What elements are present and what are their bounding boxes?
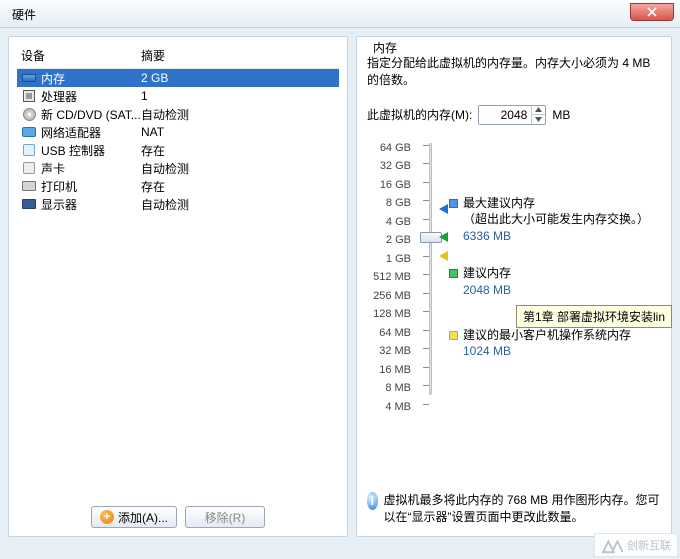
device-row[interactable]: 新 CD/DVD (SAT...自动检测 — [17, 105, 339, 123]
window-title: 硬件 — [12, 6, 36, 23]
remove-button[interactable]: 移除(R) — [185, 506, 265, 528]
slider-tick-label: 256 MB — [367, 287, 417, 306]
memory-input[interactable] — [479, 106, 531, 124]
device-panel: 设备 摘要 内存2 GB处理器1新 CD/DVD (SAT...自动检测网络适配… — [8, 36, 348, 537]
device-name: 网络适配器 — [41, 124, 141, 141]
memory-group-title: 内存 — [369, 39, 401, 56]
slider-tick-label: 32 GB — [367, 157, 417, 176]
spin-up-icon[interactable] — [531, 106, 545, 115]
memory-description: 指定分配给此虚拟机的内存量。内存大小必须为 4 MB 的倍数。 — [367, 55, 661, 89]
device-name: 打印机 — [41, 178, 141, 195]
memory-input-row: 此虚拟机的内存(M): MB — [367, 105, 661, 125]
device-name: 显示器 — [41, 196, 141, 213]
device-name: 声卡 — [41, 160, 141, 177]
device-row[interactable]: 内存2 GB — [17, 69, 339, 87]
device-summary: 自动检测 — [141, 160, 335, 177]
min-rec-value: 1024 MB — [463, 344, 511, 358]
header-device: 设备 — [21, 47, 141, 64]
slider-tick-label: 4 GB — [367, 213, 417, 232]
device-list-header: 设备 摘要 — [17, 45, 339, 68]
device-row[interactable]: 打印机存在 — [17, 177, 339, 195]
device-summary: 自动检测 — [141, 106, 335, 123]
memory-slider-area: 64 GB32 GB16 GB8 GB4 GB2 GB1 GB512 MB256… — [367, 139, 661, 417]
device-name: USB 控制器 — [41, 142, 141, 159]
device-summary: 2 GB — [141, 71, 335, 85]
cd-icon — [21, 106, 37, 122]
max-rec-marker-icon — [449, 199, 458, 208]
device-list[interactable]: 内存2 GB处理器1新 CD/DVD (SAT...自动检测网络适配器NATUS… — [17, 68, 339, 498]
min-rec-marker-icon — [449, 331, 458, 340]
yellow-arrow-icon — [439, 251, 448, 261]
net-icon — [21, 124, 37, 140]
titlebar: 硬件 — [0, 0, 680, 28]
watermark-text: 创新互联 — [627, 537, 671, 553]
device-name: 处理器 — [41, 88, 141, 105]
device-row[interactable]: 网络适配器NAT — [17, 123, 339, 141]
max-rec-note: （超出此大小可能发生内存交换。） — [463, 212, 649, 226]
memory-info: i 虚拟机最多将此内存的 768 MB 用作图形内存。您可以在“显示器”设置页面… — [367, 492, 661, 526]
device-row[interactable]: USB 控制器存在 — [17, 141, 339, 159]
slider-tick-label: 4 MB — [367, 398, 417, 417]
slider-tick-label: 8 MB — [367, 379, 417, 398]
slider-tick-label: 512 MB — [367, 268, 417, 287]
sound-icon — [21, 160, 37, 176]
device-name: 内存 — [41, 70, 141, 87]
memory-info-text: 虚拟机最多将此内存的 768 MB 用作图形内存。您可以在“显示器”设置页面中更… — [384, 492, 662, 526]
slider-tick-label: 8 GB — [367, 194, 417, 213]
slider-tick-label: 128 MB — [367, 305, 417, 324]
spin-down-icon[interactable] — [531, 115, 545, 124]
add-button[interactable]: + 添加(A)... — [91, 506, 177, 528]
device-summary: NAT — [141, 125, 335, 139]
memory-panel: 内存 指定分配给此虚拟机的内存量。内存大小必须为 4 MB 的倍数。 此虚拟机的… — [356, 36, 672, 537]
slider-tick-label: 16 MB — [367, 361, 417, 380]
memory-spinbox[interactable] — [478, 105, 546, 125]
add-button-label: 添加(A)... — [118, 509, 168, 526]
min-rec-title: 建议的最小客户机操作系统内存 — [463, 328, 631, 342]
header-summary: 摘要 — [141, 47, 165, 64]
memory-recommendations: 最大建议内存 （超出此大小可能发生内存交换。） 6336 MB 建议内存 204… — [449, 139, 649, 417]
rec-marker-icon — [449, 269, 458, 278]
device-summary: 1 — [141, 89, 335, 103]
watermark-icon — [601, 536, 623, 554]
remove-button-label: 移除(R) — [205, 509, 246, 526]
blue-arrow-icon — [439, 204, 448, 214]
device-summary: 存在 — [141, 178, 335, 195]
add-icon: + — [100, 510, 114, 524]
slider-tick-label: 32 MB — [367, 342, 417, 361]
memory-slider-labels: 64 GB32 GB16 GB8 GB4 GB2 GB1 GB512 MB256… — [367, 139, 417, 417]
slider-tick-label: 2 GB — [367, 231, 417, 250]
close-button[interactable] — [630, 3, 674, 21]
info-icon: i — [367, 492, 378, 510]
device-row[interactable]: 显示器自动检测 — [17, 195, 339, 213]
device-name: 新 CD/DVD (SAT... — [41, 106, 141, 123]
close-icon — [647, 7, 657, 17]
max-rec-title: 最大建议内存 — [463, 196, 535, 210]
slider-tick-label: 16 GB — [367, 176, 417, 195]
content: 设备 摘要 内存2 GB处理器1新 CD/DVD (SAT...自动检测网络适配… — [0, 28, 680, 543]
device-summary: 存在 — [141, 142, 335, 159]
cpu-icon — [21, 88, 37, 104]
memory-icon — [21, 70, 37, 86]
rec-title: 建议内存 — [463, 266, 511, 280]
usb-icon — [21, 142, 37, 158]
device-summary: 自动检测 — [141, 196, 335, 213]
slider-tick-label: 64 GB — [367, 139, 417, 158]
device-buttons: + 添加(A)... 移除(R) — [17, 498, 339, 528]
green-arrow-icon — [439, 232, 448, 242]
memory-input-label: 此虚拟机的内存(M): — [367, 106, 472, 123]
device-row[interactable]: 处理器1 — [17, 87, 339, 105]
device-row[interactable]: 声卡自动检测 — [17, 159, 339, 177]
rec-value: 2048 MB — [463, 283, 511, 297]
slider-tick-label: 64 MB — [367, 324, 417, 343]
printer-icon — [21, 178, 37, 194]
slider-tick-label: 1 GB — [367, 250, 417, 269]
memory-spin-buttons[interactable] — [531, 106, 545, 124]
max-rec-value: 6336 MB — [463, 229, 511, 243]
watermark: 创新互联 — [594, 533, 678, 557]
memory-slider[interactable] — [417, 139, 443, 399]
display-icon — [21, 196, 37, 212]
memory-unit: MB — [552, 108, 570, 122]
tooltip: 第1章 部署虚拟环境安装lin — [516, 305, 672, 328]
